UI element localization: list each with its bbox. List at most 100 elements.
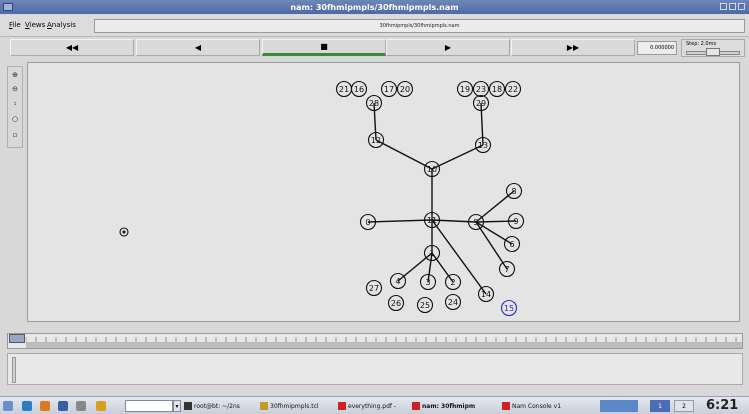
link-5-7[interactable] xyxy=(475,221,508,270)
link-11-14[interactable] xyxy=(431,219,487,295)
node-label: 15 xyxy=(504,304,514,313)
taskbar-run-field[interactable] xyxy=(125,400,173,412)
file-path-field: 30fhmipmpls/30fhmipmpls.nam xyxy=(94,19,745,33)
node-label: 20 xyxy=(400,85,410,94)
nam-window: nam: 30fhmipmpls/30fhmipmpls.nam File Vi… xyxy=(0,0,749,414)
node-label: 21 xyxy=(339,85,349,94)
node-6[interactable]: 6 xyxy=(503,235,521,253)
link-5-6[interactable] xyxy=(475,221,513,245)
timeline-marker[interactable] xyxy=(9,334,25,343)
small-tool-icon[interactable]: ▫ xyxy=(9,129,21,141)
workspace-1[interactable]: 1 xyxy=(650,400,670,412)
step-back-button[interactable]: ◀ xyxy=(136,39,260,56)
node-17[interactable]: 17 xyxy=(380,80,398,98)
start-menu-icon[interactable] xyxy=(3,401,13,411)
node-19[interactable]: 19 xyxy=(456,80,474,98)
link-13-10[interactable] xyxy=(431,144,484,170)
menu-analysis[interactable]: Analysis xyxy=(47,21,76,29)
node-dot xyxy=(122,230,126,234)
node-label: 0 xyxy=(365,218,370,227)
maximize-button[interactable] xyxy=(729,3,736,10)
close-button[interactable] xyxy=(738,3,745,10)
node-2[interactable]: 2 xyxy=(444,273,462,291)
zoom-out-icon[interactable]: ⊖ xyxy=(9,83,21,95)
panel-scrollbar[interactable] xyxy=(12,357,16,383)
menu-views[interactable]: Views xyxy=(25,21,45,29)
node-20[interactable]: 20 xyxy=(396,80,414,98)
node-21[interactable]: 21 xyxy=(335,80,353,98)
workspace-2[interactable]: 2 xyxy=(674,400,694,412)
task-app-icon xyxy=(184,402,192,410)
play-button[interactable]: ▶ xyxy=(386,39,510,56)
taskbar-task[interactable]: everything.pdf - xyxy=(338,399,410,413)
tool-strip: ⊕ ⊖ ↕ ○ ▫ xyxy=(7,66,23,148)
zoom-in-icon[interactable]: ⊕ xyxy=(9,69,21,81)
chevron-down-icon[interactable]: ▾ xyxy=(173,400,181,412)
node-25[interactable]: 25 xyxy=(416,296,434,314)
node-label: 3 xyxy=(425,278,430,287)
step-slider-thumb[interactable] xyxy=(706,48,720,56)
node-14[interactable]: 14 xyxy=(477,285,495,303)
play-icon: ▶ xyxy=(444,43,452,52)
node-27[interactable]: 27 xyxy=(365,279,383,297)
node-3[interactable]: 3 xyxy=(419,273,437,291)
node-22[interactable]: 22 xyxy=(504,80,522,98)
task-app-icon xyxy=(338,402,346,410)
taskbar-task[interactable]: nam: 30fhmipm xyxy=(412,399,500,413)
step-control: Step: 2.0ms xyxy=(681,39,745,57)
node-26[interactable]: 26 xyxy=(387,294,405,312)
tools-launcher-icon[interactable] xyxy=(96,401,106,411)
node-unlabeled[interactable] xyxy=(119,227,129,237)
node-23[interactable]: 23 xyxy=(472,80,490,98)
link-28-12[interactable] xyxy=(373,102,377,141)
rewind-icon: ◀◀ xyxy=(65,43,79,52)
settings-launcher-icon[interactable] xyxy=(76,401,86,411)
browser-launcher-icon[interactable] xyxy=(40,401,50,411)
node-15[interactable]: 15 xyxy=(500,299,518,317)
node-label: 9 xyxy=(513,217,518,226)
link-1-4[interactable] xyxy=(397,252,433,282)
node-4[interactable]: 4 xyxy=(389,272,407,290)
node-24[interactable]: 24 xyxy=(444,293,462,311)
stop-button[interactable]: ■ xyxy=(262,39,386,56)
link-29-13[interactable] xyxy=(480,102,484,146)
transport-bar: ◀◀ ◀ ■ ▶ ▶▶ 0.000000 Step: 2.0ms xyxy=(0,38,749,60)
minimize-button[interactable] xyxy=(720,3,727,10)
node-label: 8 xyxy=(511,187,516,196)
task-label: Nam Console v1 xyxy=(512,402,562,410)
node-label: 14 xyxy=(481,290,491,299)
taskbar: ▾ root@bt: ~/2ns 30fhmipmpls.tcl everythin… xyxy=(0,396,749,414)
node-label: 29 xyxy=(476,99,486,108)
network-tray-icon[interactable] xyxy=(600,400,638,412)
task-label: root@bt: ~/2ns xyxy=(194,402,240,410)
node-label: 2 xyxy=(450,278,455,287)
node-18[interactable]: 18 xyxy=(488,80,506,98)
task-app-icon xyxy=(412,402,420,410)
terminal-launcher-icon[interactable] xyxy=(22,401,32,411)
network-canvas[interactable]: 0 1 2 3 4 5 6 7 8 9 10 11 12 13 14 15 16 17 18 19 20 21 22 23 24… xyxy=(27,62,740,322)
link-12-10[interactable] xyxy=(375,139,433,170)
timeline-slider[interactable] xyxy=(7,333,743,349)
rewind-button[interactable]: ◀◀ xyxy=(10,39,134,56)
link-0-11[interactable] xyxy=(367,219,433,223)
node-8[interactable]: 8 xyxy=(505,182,523,200)
node-label: 6 xyxy=(509,240,514,249)
node-label: 24 xyxy=(448,298,458,307)
node-label: 16 xyxy=(354,85,364,94)
link-5-9[interactable] xyxy=(475,220,517,223)
fast-forward-button[interactable]: ▶▶ xyxy=(511,39,635,56)
window-menu-icon[interactable] xyxy=(3,3,13,11)
monitor-launcher-icon[interactable] xyxy=(58,401,68,411)
taskbar-task[interactable]: root@bt: ~/2ns xyxy=(184,399,258,413)
task-label: 30fhmipmpls.tcl xyxy=(270,402,319,410)
taskbar-task[interactable]: Nam Console v1 xyxy=(502,399,592,413)
link-11-5[interactable] xyxy=(431,219,477,223)
node-label: 23 xyxy=(476,85,486,94)
circle-tool-icon[interactable]: ○ xyxy=(9,113,21,125)
node-16[interactable]: 16 xyxy=(350,80,368,98)
clock: 6:21 xyxy=(706,398,739,413)
taskbar-task[interactable]: 30fhmipmpls.tcl xyxy=(260,399,336,413)
flip-icon[interactable]: ↕ xyxy=(9,98,21,110)
node-7[interactable]: 7 xyxy=(498,260,516,278)
menu-file[interactable]: File xyxy=(9,21,21,29)
